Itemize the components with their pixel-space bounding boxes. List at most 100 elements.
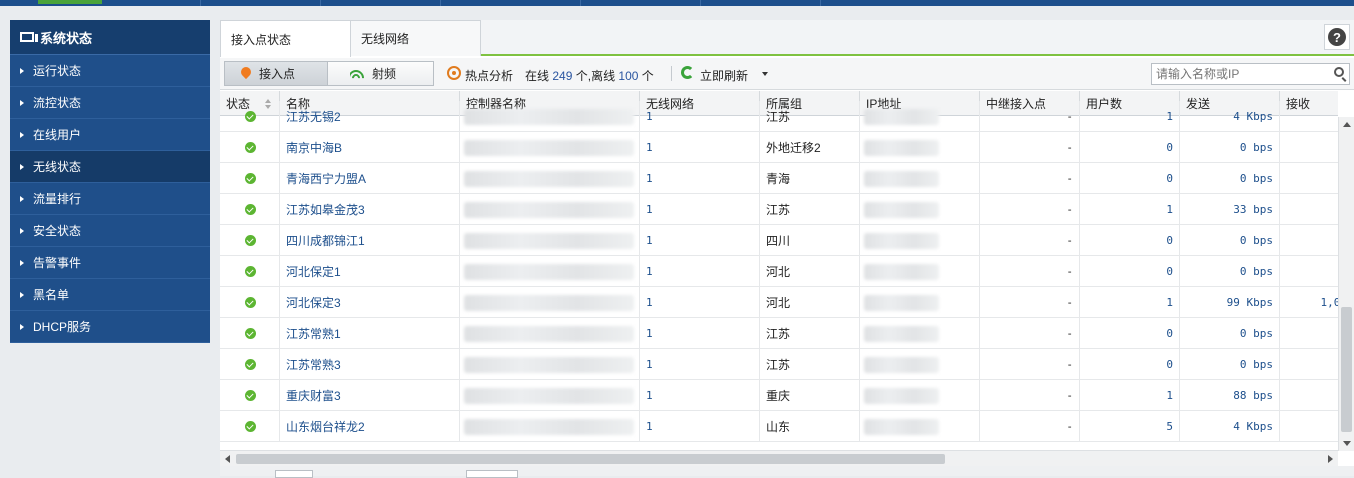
hotspot-analysis-link[interactable]: 热点分析	[465, 67, 513, 84]
sidebar-item[interactable]: DHCP服务	[10, 311, 210, 343]
redacted-block	[464, 294, 634, 311]
wlan-count: 1	[640, 132, 760, 163]
send-rate: 99 Kbps	[1180, 287, 1280, 318]
send-rate: 0 bps	[1180, 349, 1280, 380]
top-nav-separator	[440, 0, 441, 6]
wlan-count: 1	[640, 256, 760, 287]
table-row[interactable]: 江苏无锡2 1 江苏 -1 4 Kbps	[220, 101, 1338, 132]
ap-name-link[interactable]: 江苏无锡2	[280, 101, 460, 132]
ap-name-link[interactable]: 山东烟台祥龙2	[280, 411, 460, 442]
sidebar-item[interactable]: 运行状态	[10, 55, 210, 87]
scroll-down-icon[interactable]	[1343, 441, 1351, 446]
vertical-scrollbar[interactable]	[1338, 117, 1354, 451]
ap-name-link[interactable]: 江苏常熟3	[280, 349, 460, 380]
tab-wireless-network[interactable]: 无线网络	[350, 20, 481, 56]
user-count: 0	[1080, 318, 1180, 349]
relay-ap: -	[980, 411, 1080, 442]
ap-name-link[interactable]: 河北保定1	[280, 256, 460, 287]
redacted-block	[864, 263, 939, 280]
redacted-block	[464, 232, 634, 249]
caret-right-icon	[20, 163, 24, 170]
scroll-thumb[interactable]	[1341, 307, 1352, 432]
ap-view-button[interactable]: 接入点	[224, 61, 328, 86]
scroll-up-icon[interactable]	[1343, 122, 1351, 127]
ip-address-redacted	[860, 225, 980, 256]
ap-name-link[interactable]: 江苏如皋金茂3	[280, 194, 460, 225]
group-name: 山东	[760, 411, 860, 442]
redacted-block	[464, 325, 634, 342]
table-row[interactable]: 重庆财富3 1 重庆 -1 88 bps	[220, 380, 1338, 411]
rf-view-label: 射频	[372, 67, 397, 81]
recv-rate	[1280, 256, 1338, 287]
recv-rate	[1280, 225, 1338, 256]
relay-ap: -	[980, 349, 1080, 380]
status-cell	[220, 318, 280, 349]
search-icon[interactable]	[1334, 67, 1344, 77]
redacted-block	[864, 201, 939, 218]
caret-right-icon	[20, 323, 24, 330]
redacted-block	[864, 387, 939, 404]
table-row[interactable]: 江苏常熟3 1 江苏 -0 0 bps	[220, 349, 1338, 380]
relay-ap: -	[980, 132, 1080, 163]
help-button[interactable]: ?	[1324, 24, 1350, 50]
table-row[interactable]: 山东烟台祥龙2 1 山东 -5 4 Kbps	[220, 411, 1338, 442]
sidebar-item[interactable]: 在线用户	[10, 119, 210, 151]
group-name: 重庆	[760, 380, 860, 411]
ap-name-link[interactable]: 重庆财富3	[280, 380, 460, 411]
table-row[interactable]: 江苏如皋金茂3 1 江苏 -1 33 bps	[220, 194, 1338, 225]
table-row[interactable]: 四川成都锦江1 1 四川 -0 0 bps	[220, 225, 1338, 256]
redacted-block	[464, 139, 634, 156]
tab-label: 无线网络	[361, 32, 410, 46]
table-row[interactable]: 河北保定1 1 河北 -0 0 bps	[220, 256, 1338, 287]
refresh-now-button[interactable]: 立即刷新	[700, 67, 748, 84]
group-name: 江苏	[760, 101, 860, 132]
ip-address-redacted	[860, 318, 980, 349]
sidebar-item-label: 在线用户	[33, 128, 82, 142]
sidebar-item[interactable]: 告警事件	[10, 247, 210, 279]
scroll-left-icon[interactable]	[225, 455, 230, 463]
ap-view-label: 接入点	[259, 67, 296, 81]
sidebar-item-label: 黑名单	[33, 288, 70, 302]
user-count: 0	[1080, 163, 1180, 194]
ip-address-redacted	[860, 101, 980, 132]
redacted-block	[864, 356, 939, 373]
scroll-thumb[interactable]	[236, 454, 945, 464]
page-number-input[interactable]	[275, 470, 313, 478]
ap-name-link[interactable]: 青海西宁力盟A	[280, 163, 460, 194]
sidebar-item[interactable]: 安全状态	[10, 215, 210, 247]
chevron-down-icon[interactable]	[762, 72, 768, 76]
ap-name-link[interactable]: 四川成都锦江1	[280, 225, 460, 256]
ip-address-redacted	[860, 349, 980, 380]
relay-ap: -	[980, 225, 1080, 256]
table-row[interactable]: 江苏常熟1 1 江苏 -0 0 bps	[220, 318, 1338, 349]
wlan-count: 1	[640, 287, 760, 318]
sidebar-item[interactable]: 无线状态	[10, 151, 210, 183]
caret-right-icon	[20, 67, 24, 74]
wlan-count: 1	[640, 101, 760, 132]
sidebar-item[interactable]: 流量排行	[10, 183, 210, 215]
recv-rate	[1280, 101, 1338, 132]
recv-rate	[1280, 194, 1338, 225]
table-row[interactable]: 南京中海B 1 外地迁移2 -0 0 bps	[220, 132, 1338, 163]
group-name: 青海	[760, 163, 860, 194]
search-input[interactable]	[1151, 63, 1350, 85]
rf-view-button[interactable]: 射频	[327, 61, 434, 86]
wlan-count: 1	[640, 349, 760, 380]
sidebar-item-label: 流量排行	[33, 192, 82, 206]
tab-ap-status[interactable]: 接入点状态	[220, 20, 351, 57]
ap-name-link[interactable]: 江苏常熟1	[280, 318, 460, 349]
sidebar-item[interactable]: 流控状态	[10, 87, 210, 119]
ap-name-link[interactable]: 南京中海B	[280, 132, 460, 163]
controller-name-redacted	[460, 225, 640, 256]
sidebar-item[interactable]: 黑名单	[10, 279, 210, 311]
left-panel-header[interactable]: 系统状态	[10, 14, 210, 55]
ap-name-link[interactable]: 河北保定3	[280, 287, 460, 318]
page-size-select[interactable]	[466, 470, 518, 478]
table-row[interactable]: 青海西宁力盟A 1 青海 -0 0 bps	[220, 163, 1338, 194]
scroll-right-icon[interactable]	[1328, 455, 1333, 463]
table-row[interactable]: 河北保定31河北-199 Kbps1,06	[220, 287, 1338, 318]
status-cell	[220, 287, 280, 318]
relay-ap: -	[980, 163, 1080, 194]
redacted-block	[464, 170, 634, 187]
horizontal-scrollbar[interactable]	[220, 450, 1338, 466]
